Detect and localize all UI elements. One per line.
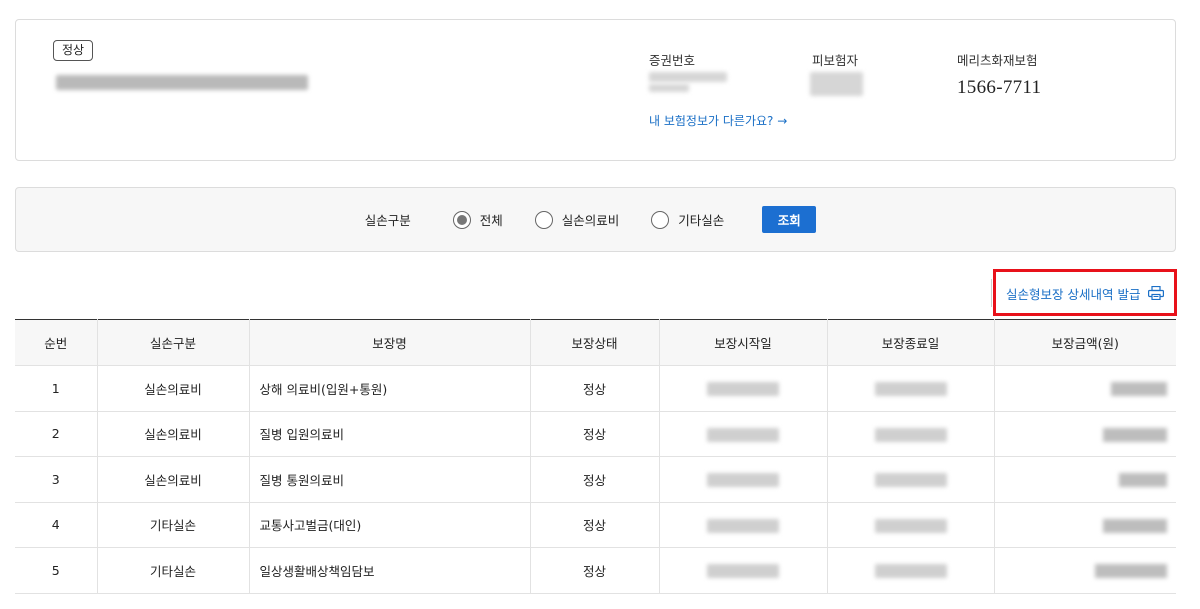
radio-button[interactable] (534, 210, 553, 229)
status-badge: 정상 (53, 40, 94, 61)
cell-no: 2 (15, 411, 98, 457)
cell-start-date (659, 456, 828, 503)
cell-amount (994, 547, 1176, 594)
info-mismatch-link[interactable]: 내 보험정보가 다른가요? → (649, 112, 787, 129)
cell-amount (994, 411, 1176, 457)
printer-icon (1148, 285, 1165, 301)
cell-type: 기타실손 (97, 547, 250, 594)
cell-type: 실손의료비 (97, 456, 250, 503)
policy-name-redacted (56, 75, 308, 90)
header-end-date: 보장종료일 (827, 319, 995, 366)
cert-number-block: 증권번호 (649, 50, 695, 69)
radio-label: 전체 (479, 213, 503, 228)
radio-label: 실손의료비 (561, 213, 620, 228)
cell-end-date (827, 411, 995, 457)
insured-block: 피보험자 (812, 50, 858, 69)
cell-amount (994, 456, 1176, 503)
cell-name: 교통사고벌금(대인) (249, 502, 531, 548)
cell-no: 3 (15, 456, 98, 503)
cell-amount (994, 365, 1176, 412)
cell-status: 정상 (530, 456, 660, 503)
issue-detail-label: 실손형보장 상세내역 발급 (1006, 286, 1141, 302)
cert-number-redacted-2 (649, 84, 689, 92)
cell-end-date (827, 547, 995, 594)
cell-no: 5 (15, 547, 98, 594)
table-row: 5 기타실손 일상생활배상책임담보 정상 (15, 547, 1176, 594)
cell-status: 정상 (530, 411, 660, 457)
header-start-date: 보장시작일 (659, 319, 828, 366)
cell-no: 4 (15, 502, 98, 548)
cell-name: 상해 의료비(입원+통원) (249, 365, 531, 412)
cell-status: 정상 (530, 365, 660, 412)
cell-type: 실손의료비 (97, 365, 250, 412)
table-header-row: 순번 실손구분 보장명 보장상태 보장시작일 보장종료일 보장금액(원) (15, 319, 1176, 366)
cell-end-date (827, 456, 995, 503)
cell-name: 질병 통원의료비 (249, 456, 531, 503)
radio-button[interactable] (651, 210, 670, 229)
radio-option-other[interactable]: 기타실손 (651, 210, 724, 229)
table-row: 4 기타실손 교통사고벌금(대인) 정상 (15, 502, 1176, 548)
cert-number-label: 증권번호 (649, 53, 696, 68)
cell-no: 1 (15, 365, 98, 412)
filter-title: 실손구분 (364, 213, 411, 228)
cell-name: 질병 입원의료비 (249, 411, 531, 457)
cell-start-date (659, 365, 828, 412)
insured-name-redacted (810, 72, 863, 96)
table-row: 3 실손의료비 질병 통원의료비 정상 (15, 456, 1176, 503)
header-status: 보장상태 (530, 319, 660, 366)
insurer-block: 메리츠화재보험 1566-7711 (957, 50, 1041, 99)
cell-end-date (827, 365, 995, 412)
cell-status: 정상 (530, 502, 660, 548)
search-button[interactable]: 조회 (762, 206, 817, 233)
insurer-label: 메리츠화재보험 (957, 53, 1038, 68)
table-row: 1 실손의료비 상해 의료비(입원+통원) 정상 (15, 365, 1176, 412)
policy-info-card: 정상 증권번호 피보험자 메리츠화재보험 1566-7711 내 보험정보가 다… (15, 19, 1176, 161)
insured-label: 피보험자 (812, 53, 859, 68)
cell-start-date (659, 411, 828, 457)
table-row: 2 실손의료비 질병 입원의료비 정상 (15, 411, 1176, 457)
header-name: 보장명 (249, 319, 531, 366)
insurer-phone: 1566-7711 (957, 77, 1042, 98)
header-no: 순번 (15, 319, 98, 366)
radio-option-medical[interactable]: 실손의료비 (534, 210, 620, 229)
radio-label: 기타실손 (678, 213, 725, 228)
cell-start-date (659, 547, 828, 594)
header-amount: 보장금액(원) (994, 319, 1176, 366)
cell-end-date (827, 502, 995, 548)
radio-option-all[interactable]: 전체 (452, 210, 503, 229)
cell-type: 실손의료비 (97, 411, 250, 457)
header-type: 실손구분 (97, 319, 250, 366)
cell-name: 일상생활배상책임담보 (249, 547, 531, 594)
cell-amount (994, 502, 1176, 548)
cell-start-date (659, 502, 828, 548)
coverage-table: 순번 실손구분 보장명 보장상태 보장시작일 보장종료일 보장금액(원) 1 실… (15, 319, 1176, 594)
radio-button-checked[interactable] (452, 210, 471, 229)
cell-type: 기타실손 (97, 502, 250, 548)
cell-status: 정상 (530, 547, 660, 594)
cert-number-redacted (649, 72, 727, 82)
filter-bar: 실손구분 전체 실손의료비 기타실손 조회 (15, 187, 1176, 252)
issue-detail-button[interactable]: 실손형보장 상세내역 발급 (991, 279, 1175, 307)
